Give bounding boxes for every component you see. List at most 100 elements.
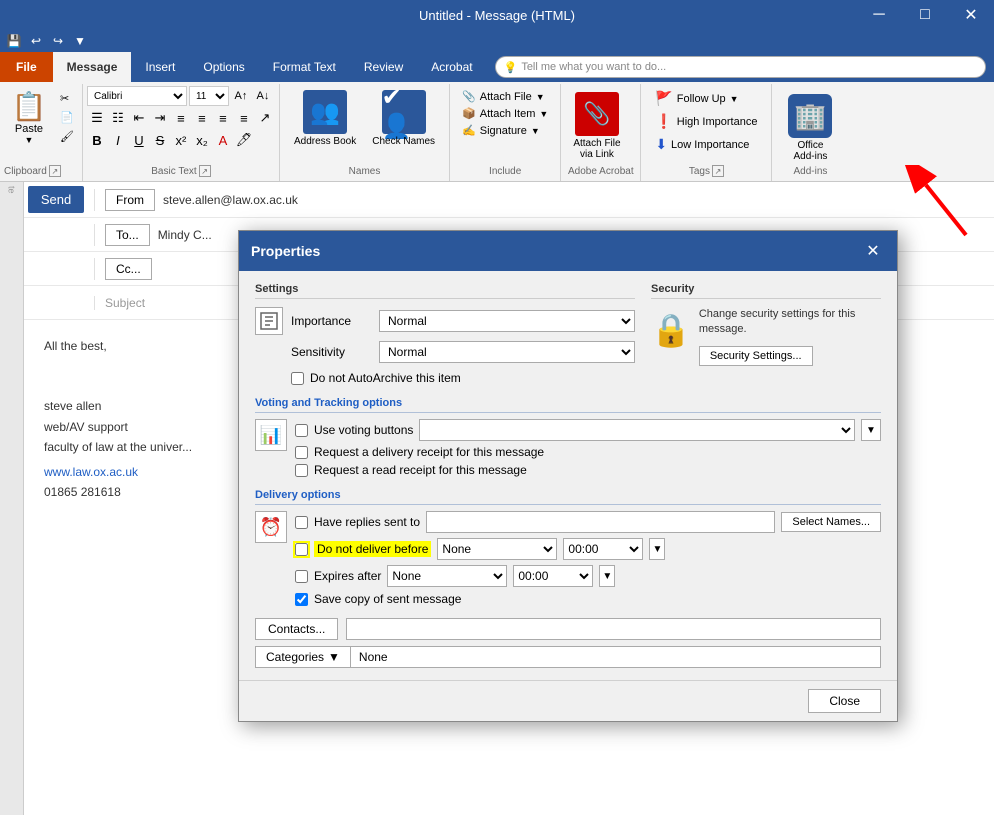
contacts-input[interactable] — [346, 618, 881, 640]
qat-redo[interactable]: ↪ — [48, 31, 68, 51]
align-justify-button[interactable]: ≡ — [234, 108, 254, 128]
format-painter-icon: 🖌 — [60, 130, 74, 143]
replies-input[interactable] — [426, 511, 775, 533]
voting-dropdown[interactable] — [419, 419, 855, 441]
office-addins-button[interactable]: 🏢 OfficeAdd-ins — [780, 90, 840, 166]
from-button[interactable]: From — [105, 189, 155, 211]
more-text-button[interactable]: ↗ — [255, 108, 275, 128]
tags-dialog-launcher[interactable]: ↗ — [712, 165, 724, 177]
categories-button[interactable]: Categories ▼ — [255, 646, 351, 668]
autoarchive-checkbox[interactable] — [291, 372, 304, 385]
tab-message[interactable]: Message — [53, 52, 132, 82]
security-settings-button[interactable]: Security Settings... — [699, 346, 813, 366]
security-lock-icon: 🔒 — [651, 311, 691, 349]
low-importance-button[interactable]: ⬇ Low Importance — [649, 134, 763, 155]
do-not-deliver-time-arrow[interactable]: ▼ — [649, 538, 665, 560]
attach-file-button[interactable]: 📎 Attach File ▼ — [456, 88, 554, 105]
indent-inc-button[interactable]: ⇥ — [150, 108, 170, 128]
from-value: steve.allen@law.ox.ac.uk — [163, 193, 298, 207]
to-value: Mindy C... — [158, 228, 212, 242]
basic-text-dialog-launcher[interactable]: ↗ — [199, 165, 211, 177]
format-painter-button[interactable]: 🖌 — [56, 128, 78, 145]
have-replies-checkbox[interactable] — [295, 516, 308, 529]
bold-button[interactable]: B — [87, 130, 107, 150]
follow-up-icon: 🚩 — [655, 90, 672, 107]
tab-file[interactable]: File — [0, 52, 53, 82]
tab-options[interactable]: Options — [189, 52, 258, 82]
check-names-button[interactable]: ✔👤 Check Names — [366, 88, 441, 149]
cut-button[interactable]: ✂ — [56, 90, 78, 107]
tab-insert[interactable]: Insert — [131, 52, 189, 82]
do-not-deliver-date-select[interactable]: None — [437, 538, 557, 560]
search-input[interactable]: Tell me what you want to do... — [521, 61, 666, 73]
to-button[interactable]: To... — [105, 224, 150, 246]
read-receipt-checkbox[interactable] — [295, 464, 308, 477]
delivery-icon: ⏰ — [255, 511, 287, 543]
tab-review[interactable]: Review — [350, 52, 417, 82]
send-button[interactable]: Send — [24, 182, 94, 217]
attach-via-link-button[interactable]: 📎 Attach Filevia Link — [567, 90, 626, 162]
font-shrink-button[interactable]: A↓ — [253, 86, 273, 106]
adobe-label: Adobe Acrobat — [567, 166, 634, 179]
font-grow-button[interactable]: A↑ — [231, 86, 251, 106]
maximize-button[interactable]: □ — [902, 0, 948, 30]
list-ol-button[interactable]: ☷ — [108, 108, 128, 128]
high-importance-button[interactable]: ❗ High Importance — [649, 111, 763, 132]
window-close-button[interactable]: ✕ — [948, 0, 994, 30]
save-copy-checkbox[interactable] — [295, 593, 308, 606]
align-left-button[interactable]: ≡ — [171, 108, 191, 128]
align-right-button[interactable]: ≡ — [213, 108, 233, 128]
read-receipt-label: Request a read receipt for this message — [314, 463, 527, 477]
do-not-deliver-time-select[interactable]: 00:00 — [563, 538, 643, 560]
importance-select[interactable]: Low Normal High — [379, 310, 635, 332]
contacts-button[interactable]: Contacts... — [255, 618, 338, 640]
select-names-button[interactable]: Select Names... — [781, 512, 881, 532]
qat-save[interactable]: 💾 — [4, 31, 24, 51]
expires-date-select[interactable]: None — [387, 565, 507, 587]
do-not-deliver-checkbox[interactable] — [295, 543, 308, 556]
modal-close-btn[interactable]: Close — [808, 689, 881, 713]
indent-dec-button[interactable]: ⇤ — [129, 108, 149, 128]
address-book-button[interactable]: 👥 Address Book — [288, 88, 362, 149]
minimize-button[interactable]: ─ — [856, 0, 902, 30]
expires-checkbox[interactable] — [295, 570, 308, 583]
categories-input[interactable] — [351, 646, 881, 668]
modal-close-button[interactable]: ✕ — [861, 239, 885, 263]
window-title: Untitled - Message (HTML) — [0, 8, 994, 23]
qat-undo[interactable]: ↩ — [26, 31, 46, 51]
align-center-button[interactable]: ≡ — [192, 108, 212, 128]
superscript-button[interactable]: x² — [171, 130, 191, 150]
tab-acrobat[interactable]: Acrobat — [417, 52, 486, 82]
clipboard-label: Clipboard — [4, 166, 47, 177]
left-sidebar-text: te — [7, 186, 17, 194]
attach-item-button[interactable]: 📦 Attach Item ▼ — [456, 105, 554, 122]
underline-button[interactable]: U — [129, 130, 149, 150]
follow-up-button[interactable]: 🚩 Follow Up ▼ — [649, 88, 763, 109]
strikethrough-button[interactable]: S — [150, 130, 170, 150]
highlight-button[interactable]: 🖊 — [234, 130, 254, 150]
importance-label: Importance — [291, 314, 371, 328]
clipboard-dialog-launcher[interactable]: ↗ — [49, 165, 61, 177]
voting-buttons-checkbox[interactable] — [295, 424, 308, 437]
font-size-select[interactable]: 11 — [189, 86, 229, 106]
subscript-button[interactable]: x₂ — [192, 130, 212, 150]
list-ul-button[interactable]: ☰ — [87, 108, 107, 128]
tab-format[interactable]: Format Text — [259, 52, 350, 82]
cc-button[interactable]: Cc... — [105, 258, 152, 280]
qat-more[interactable]: ▼ — [70, 31, 90, 51]
expires-time-select[interactable]: 00:00 — [513, 565, 593, 587]
signature-button[interactable]: ✍ Signature ▼ — [456, 122, 554, 139]
copy-button[interactable]: 📄 — [56, 109, 78, 126]
voting-dropdown-arrow[interactable]: ▼ — [861, 419, 881, 441]
font-family-select[interactable]: Calibri — [87, 86, 187, 106]
font-color-button[interactable]: A — [213, 130, 233, 150]
low-importance-icon: ⬇ — [655, 136, 667, 153]
attach-file-icon: 📎 — [462, 90, 476, 103]
paste-button[interactable]: 📋 Paste ▼ — [4, 86, 54, 149]
sig-website[interactable]: www.law.ox.ac.uk — [44, 465, 138, 479]
sensitivity-select[interactable]: Normal Personal Private Confidential — [379, 341, 635, 363]
autoarchive-label: Do not AutoArchive this item — [310, 371, 461, 385]
expires-time-arrow[interactable]: ▼ — [599, 565, 615, 587]
delivery-receipt-checkbox[interactable] — [295, 446, 308, 459]
italic-button[interactable]: I — [108, 130, 128, 150]
